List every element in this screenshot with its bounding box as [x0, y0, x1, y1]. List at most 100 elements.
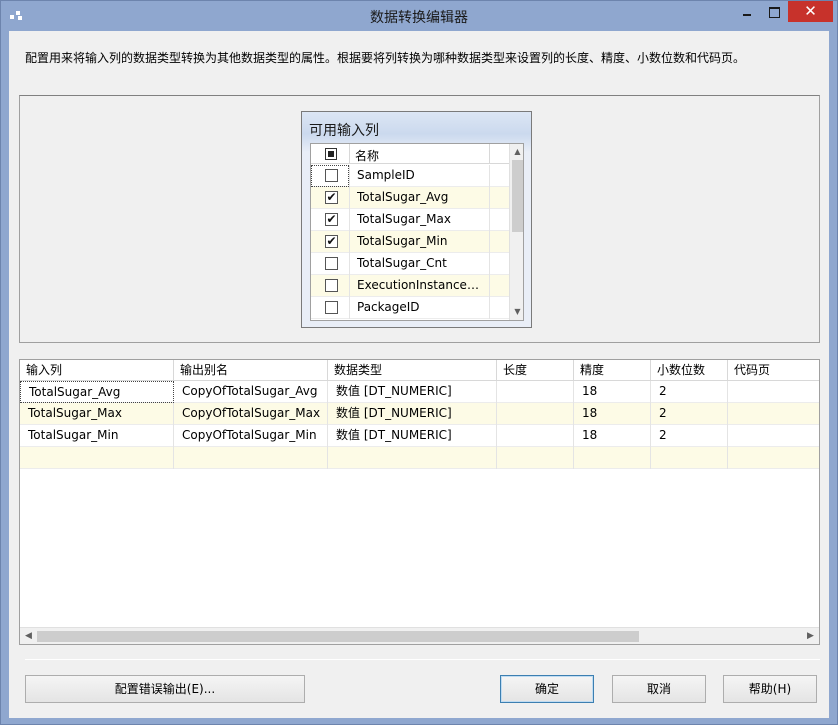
window-title: 数据转换编辑器: [370, 10, 468, 26]
name-column-header[interactable]: 名称: [355, 147, 379, 164]
code-page-cell[interactable]: [728, 403, 819, 425]
row-divider: [349, 209, 350, 231]
input-column-cell[interactable]: TotalSugar_Min: [20, 425, 174, 447]
column-checkbox[interactable]: [325, 169, 338, 182]
length-cell[interactable]: [497, 425, 574, 447]
precision-cell[interactable]: 18: [574, 425, 651, 447]
scroll-right-icon[interactable]: ▶: [802, 628, 819, 644]
available-columns-list: 名称 SampleID ✔ TotalSugar_Avg ✔ TotalSugar_Ma…: [310, 143, 524, 321]
precision-cell[interactable]: 18: [574, 381, 651, 403]
scale-cell[interactable]: 2: [651, 381, 728, 403]
output-alias-cell[interactable]: [174, 447, 328, 469]
column-name: TotalSugar_Max: [357, 212, 451, 226]
table-row[interactable]: TotalSugar_Max CopyOfTotalSugar_Max 数值 [DT…: [20, 403, 819, 425]
scale-header[interactable]: 小数位数: [651, 360, 728, 381]
row-divider: [489, 297, 490, 319]
column-checkbox[interactable]: [325, 279, 338, 292]
available-columns-panel: 可用输入列 名称 SampleID ✔ TotalSugar_Avg ✔ TotalSu…: [19, 95, 820, 343]
input-column-cell[interactable]: TotalSugar_Avg: [20, 381, 174, 403]
column-name: TotalSugar_Cnt: [357, 256, 447, 270]
column-checkbox[interactable]: ✔: [325, 235, 338, 248]
code-page-cell[interactable]: [728, 381, 819, 403]
list-item[interactable]: ✔ TotalSugar_Max: [311, 209, 509, 231]
length-header[interactable]: 长度: [497, 360, 574, 381]
list-item[interactable]: ✔ TotalSugar_Avg: [311, 187, 509, 209]
row-divider: [349, 165, 350, 187]
row-divider: [489, 187, 490, 209]
list-header: 名称: [311, 144, 509, 164]
available-columns-title: 可用输入列: [309, 123, 379, 139]
column-checkbox[interactable]: [325, 257, 338, 270]
column-name: SampleID: [357, 168, 415, 182]
length-cell[interactable]: [497, 381, 574, 403]
output-alias-header[interactable]: 输出别名: [174, 360, 328, 381]
ok-button[interactable]: 确定: [500, 675, 594, 703]
input-column-cell[interactable]: [20, 447, 174, 469]
input-column-cell[interactable]: TotalSugar_Max: [20, 403, 174, 425]
column-checkbox[interactable]: ✔: [325, 191, 338, 204]
input-column-header[interactable]: 输入列: [20, 360, 174, 381]
title-bar[interactable]: 数据转换编辑器 ✕: [1, 1, 837, 31]
scale-cell[interactable]: [651, 447, 728, 469]
code-page-cell[interactable]: [728, 447, 819, 469]
maximize-button[interactable]: [760, 1, 788, 23]
scale-cell[interactable]: 2: [651, 403, 728, 425]
separator: [25, 659, 820, 660]
column-name: TotalSugar_Avg: [357, 190, 449, 204]
row-divider: [489, 253, 490, 275]
list-vertical-scrollbar[interactable]: ▲ ▼: [509, 144, 523, 320]
scroll-down-icon[interactable]: ▼: [510, 304, 523, 320]
grid-horizontal-scrollbar[interactable]: ◀ ▶: [20, 627, 819, 644]
list-item[interactable]: ExecutionInstanceG...: [311, 275, 509, 297]
row-divider: [489, 275, 490, 297]
configure-error-output-button[interactable]: 配置错误输出(E)...: [25, 675, 305, 703]
code-page-header[interactable]: 代码页: [728, 360, 819, 381]
table-row[interactable]: TotalSugar_Min CopyOfTotalSugar_Min 数值 [DT…: [20, 425, 819, 447]
length-cell[interactable]: [497, 447, 574, 469]
scale-cell[interactable]: 2: [651, 425, 728, 447]
data-type-header[interactable]: 数据类型: [328, 360, 497, 381]
table-row[interactable]: TotalSugar_Avg CopyOfTotalSugar_Avg 数值 [DT…: [20, 381, 819, 403]
scroll-thumb[interactable]: [512, 160, 523, 232]
help-button[interactable]: 帮助(H): [723, 675, 817, 703]
close-button[interactable]: ✕: [788, 1, 833, 22]
data-type-cell[interactable]: 数值 [DT_NUMERIC]: [328, 403, 497, 425]
length-cell[interactable]: [497, 403, 574, 425]
code-page-cell[interactable]: [728, 425, 819, 447]
scroll-left-icon[interactable]: ◀: [20, 628, 37, 644]
row-divider: [349, 231, 350, 253]
header-divider: [349, 144, 350, 164]
select-all-checkbox[interactable]: [325, 148, 337, 160]
data-type-cell[interactable]: 数值 [DT_NUMERIC]: [328, 381, 497, 403]
column-name: TotalSugar_Min: [357, 234, 448, 248]
data-type-cell[interactable]: 数值 [DT_NUMERIC]: [328, 425, 497, 447]
row-divider: [489, 209, 490, 231]
row-divider: [349, 253, 350, 275]
precision-cell[interactable]: 18: [574, 403, 651, 425]
output-alias-cell[interactable]: CopyOfTotalSugar_Min: [174, 425, 328, 447]
row-divider: [349, 275, 350, 297]
data-type-cell[interactable]: [328, 447, 497, 469]
list-item[interactable]: PackageID: [311, 297, 509, 319]
table-row[interactable]: [20, 447, 819, 469]
row-divider: [489, 231, 490, 253]
row-divider: [489, 165, 490, 187]
available-columns-box: 可用输入列 名称 SampleID ✔ TotalSugar_Avg ✔ TotalSu…: [301, 111, 532, 328]
row-divider: [349, 187, 350, 209]
scroll-up-icon[interactable]: ▲: [510, 144, 523, 160]
column-name: PackageID: [357, 300, 420, 314]
scroll-thumb[interactable]: [37, 631, 639, 642]
list-item[interactable]: SampleID: [311, 165, 509, 187]
list-item[interactable]: TotalSugar_Cnt: [311, 253, 509, 275]
list-item[interactable]: ✔ TotalSugar_Min: [311, 231, 509, 253]
cancel-button[interactable]: 取消: [612, 675, 706, 703]
output-alias-cell[interactable]: CopyOfTotalSugar_Avg: [174, 381, 328, 403]
precision-cell[interactable]: [574, 447, 651, 469]
output-alias-cell[interactable]: CopyOfTotalSugar_Max: [174, 403, 328, 425]
column-checkbox[interactable]: ✔: [325, 213, 338, 226]
dialog-client: 配置用来将输入列的数据类型转换为其他数据类型的属性。根据要将列转换为哪种数据类型…: [9, 31, 829, 718]
dialog-window: 数据转换编辑器 ✕ 配置用来将输入列的数据类型转换为其他数据类型的属性。根据要将…: [0, 0, 838, 725]
minimize-button[interactable]: [733, 1, 761, 23]
precision-header[interactable]: 精度: [574, 360, 651, 381]
column-checkbox[interactable]: [325, 301, 338, 314]
